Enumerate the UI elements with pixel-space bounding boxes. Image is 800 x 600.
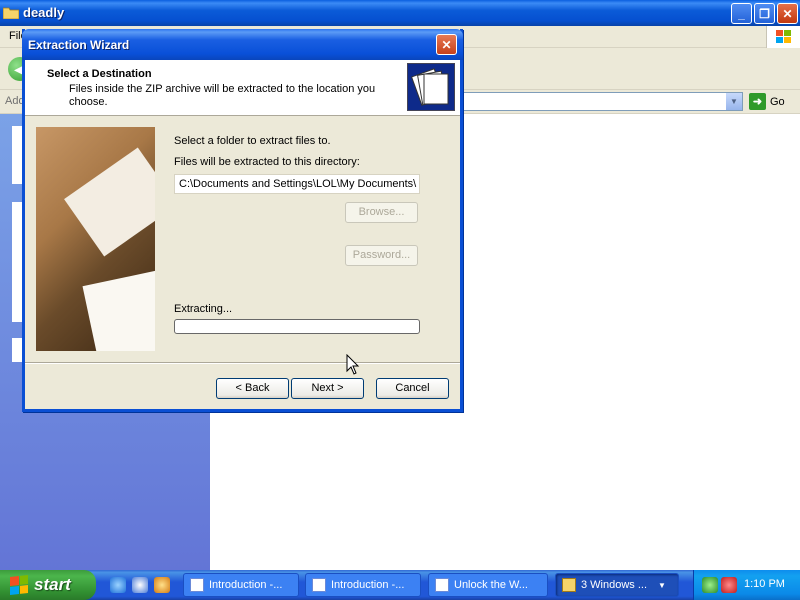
wizard-separator: [25, 362, 460, 364]
wizard-header: Select a Destination Files inside the ZI…: [25, 60, 460, 116]
back-button[interactable]: < Back: [216, 378, 289, 399]
go-button[interactable]: ➜ Go: [749, 92, 785, 111]
network-icon[interactable]: [702, 577, 718, 593]
task-label: Introduction -...: [209, 579, 283, 591]
windows-flag-icon: [10, 575, 28, 595]
document-icon: [312, 578, 326, 592]
folder-icon: [562, 578, 576, 592]
extraction-wizard-dialog: Extraction Wizard ✕ Select a Destination…: [22, 29, 463, 412]
wizard-close-button[interactable]: ✕: [436, 34, 457, 55]
extracting-label: Extracting...: [174, 303, 233, 315]
directory-label: Files will be extracted to this director…: [174, 156, 360, 168]
taskpane-panel: [12, 338, 22, 362]
destination-path-field[interactable]: C:\Documents and Settings\LOL\My Documen…: [174, 174, 420, 194]
explorer-titlebar[interactable]: deadly _ ❐ ✕: [0, 0, 800, 26]
media-player-icon[interactable]: [132, 577, 148, 593]
internet-explorer-icon[interactable]: [110, 577, 126, 593]
password-button[interactable]: Password...: [345, 245, 418, 266]
taskpane-panel: [12, 202, 22, 322]
system-tray: 1:10 PM: [693, 570, 800, 600]
wizard-header-subtitle: Files inside the ZIP archive will be ext…: [69, 83, 376, 108]
explorer-title: deadly: [23, 5, 65, 20]
browse-button[interactable]: Browse...: [345, 202, 418, 223]
minimize-button[interactable]: _: [731, 3, 752, 24]
wizard-side-image: [36, 127, 155, 351]
wizard-title: Extraction Wizard: [28, 38, 130, 52]
taskbar: start Introduction -... Introduction -..…: [0, 570, 800, 600]
task-label: Unlock the W...: [454, 579, 528, 591]
windows-logo-icon: [766, 26, 800, 48]
quick-launch-icon[interactable]: [154, 577, 170, 593]
chevron-down-icon[interactable]: ▼: [725, 93, 742, 110]
mouse-cursor-icon: [346, 354, 360, 375]
document-icon: [190, 578, 204, 592]
start-button[interactable]: start: [0, 570, 96, 600]
chevron-down-icon: ▼: [658, 580, 666, 590]
taskbar-button-introduction-1[interactable]: Introduction -...: [183, 573, 299, 597]
security-alert-icon[interactable]: [721, 577, 737, 593]
wizard-titlebar[interactable]: Extraction Wizard ✕: [22, 29, 463, 60]
next-button[interactable]: Next >: [291, 378, 364, 399]
folder-icon: [3, 7, 19, 19]
task-label: Introduction -...: [331, 579, 405, 591]
taskbar-button-introduction-2[interactable]: Introduction -...: [305, 573, 421, 597]
taskbar-button-windows-group[interactable]: 3 Windows ... ▼: [555, 573, 679, 597]
task-label: 3 Windows ...: [581, 579, 648, 591]
document-icon: [435, 578, 449, 592]
taskbar-button-unlock[interactable]: Unlock the W...: [428, 573, 548, 597]
zip-folder-icon: [407, 63, 455, 111]
go-label: Go: [770, 95, 785, 108]
wizard-header-title: Select a Destination: [47, 68, 152, 80]
go-arrow-icon: ➜: [749, 93, 766, 110]
start-label: start: [34, 575, 71, 594]
close-button[interactable]: ✕: [777, 3, 798, 24]
clock: 1:10 PM: [744, 578, 785, 590]
cancel-button[interactable]: Cancel: [376, 378, 449, 399]
select-folder-text: Select a folder to extract files to.: [174, 135, 331, 147]
taskpane-panel: [12, 126, 22, 184]
extraction-progress-bar: [174, 319, 420, 334]
maximize-button[interactable]: ❐: [754, 3, 775, 24]
